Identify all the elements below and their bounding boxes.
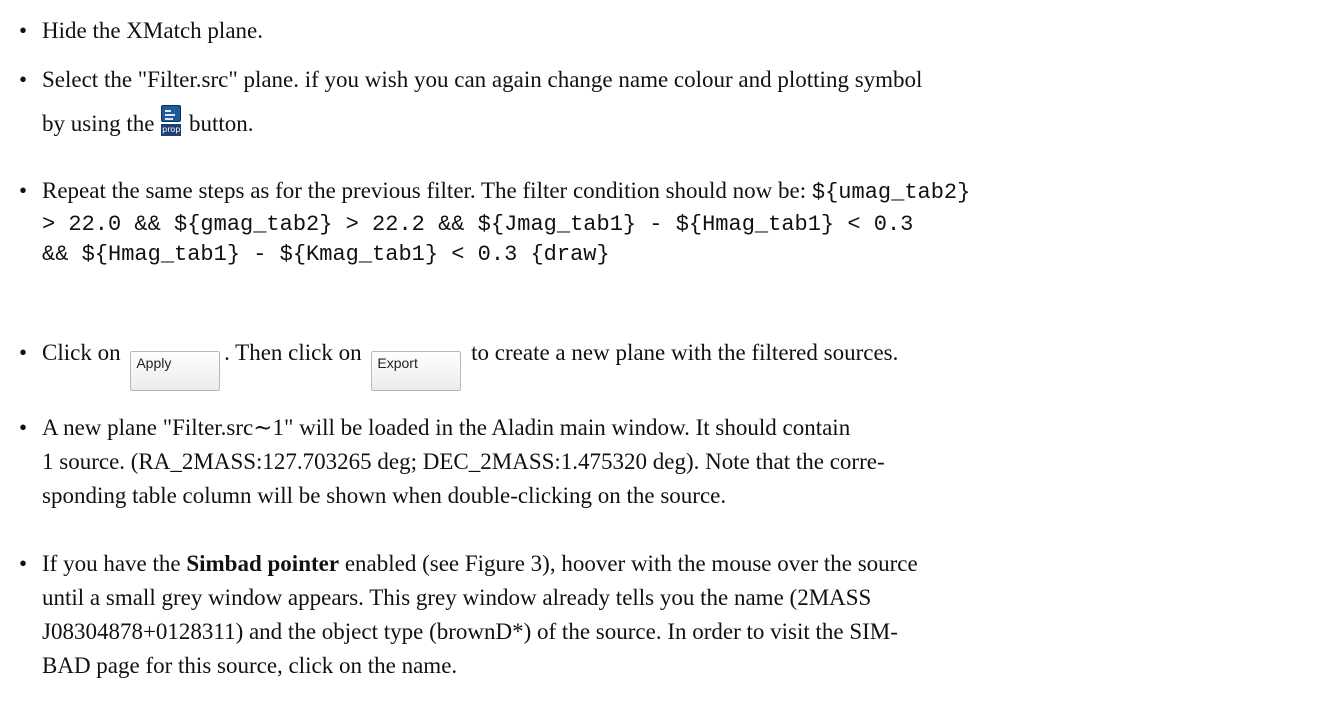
item-text-line: Select the "Filter.src" plane. if you wi…	[42, 67, 923, 92]
bullet: •	[18, 551, 28, 576]
simbad-pointer-term: Simbad pointer	[186, 551, 340, 576]
item-text-line: 1 source. (RA_2MASS:127.703265 deg; DEC_…	[42, 449, 885, 474]
item-text: button.	[188, 111, 254, 136]
item-text: Hide the XMatch plane.	[42, 18, 263, 43]
bullet: •	[18, 415, 28, 440]
item-text: Click on	[42, 340, 121, 365]
prop-icon: prop	[161, 105, 182, 137]
export-button: Export	[371, 351, 462, 391]
filter-code: > 22.0 && ${gmag_tab2} > 22.2 && ${Jmag_…	[42, 212, 914, 237]
item-text: by using the	[42, 111, 155, 136]
item-text: enabled (see Figure 3), hoover with the …	[344, 551, 918, 576]
item-text-line: sponding table column will be shown when…	[42, 483, 727, 508]
filter-code: && ${Hmag_tab1} - ${Kmag_tab1} < 0.3 {dr…	[42, 242, 610, 267]
item-text: to create a new plane with the filtered …	[471, 340, 899, 365]
bullet: •	[18, 67, 28, 92]
item-text: Repeat the same steps as for the previou…	[42, 178, 807, 203]
item-text-line: A new plane "Filter.src∼1" will be loade…	[42, 415, 851, 440]
bullet: •	[18, 18, 28, 43]
item-text: . Then click on	[224, 340, 362, 365]
prop-icon-label: prop	[161, 124, 182, 136]
item-text-line: until a small grey window appears. This …	[42, 585, 872, 610]
item-text-line: J08304878+0128311) and the object type (…	[42, 619, 898, 644]
item-text-line: BAD page for this source, click on the n…	[42, 653, 458, 678]
item-text: If you have the	[42, 551, 181, 576]
bullet: •	[18, 340, 28, 365]
bullet: •	[18, 178, 28, 203]
apply-button: Apply	[130, 351, 221, 391]
filter-code: ${umag_tab2}	[811, 180, 971, 205]
